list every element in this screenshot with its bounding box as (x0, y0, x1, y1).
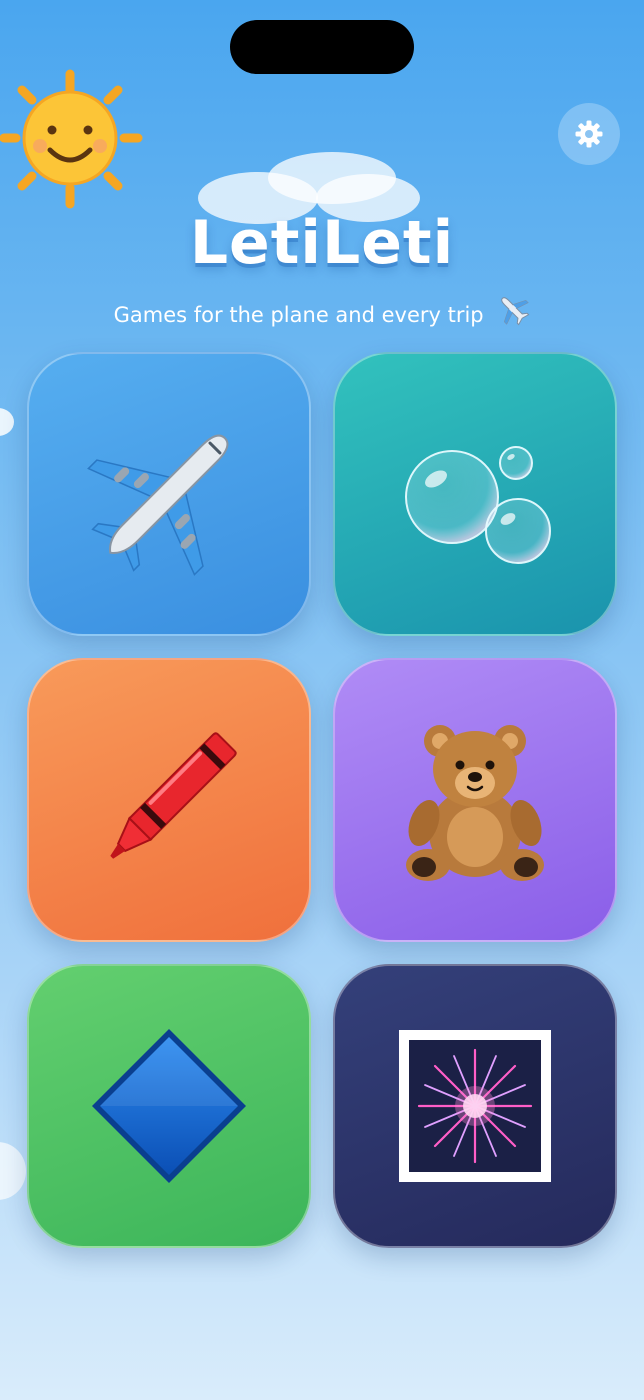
app-subtitle: Games for the plane and every trip (0, 292, 644, 327)
game-tile-crayon[interactable] (27, 658, 311, 942)
crayon-icon (110, 732, 237, 859)
dynamic-island (230, 20, 414, 74)
smiling-sun-icon (0, 69, 143, 209)
game-tile-blue-diamond[interactable] (27, 964, 311, 1248)
settings-button[interactable] (558, 103, 620, 165)
gear-icon (575, 120, 603, 148)
app-title: LetiLeti (189, 208, 455, 278)
airplane-icon (501, 297, 530, 326)
bubbles-icon (405, 446, 551, 564)
game-tile-bubbles[interactable] (333, 352, 617, 636)
cloud-decoration-bottom-left (0, 1142, 26, 1200)
blue-diamond-icon (92, 1029, 246, 1183)
cloud-decoration-left (0, 408, 14, 436)
game-tile-teddy-bear[interactable] (333, 658, 617, 942)
app-subtitle-text: Games for the plane and every trip (113, 303, 484, 327)
teddy-bear-icon (406, 725, 544, 881)
game-tile-airplane[interactable] (27, 352, 311, 636)
fireworks-icon (399, 1030, 551, 1182)
game-tile-fireworks[interactable] (333, 964, 617, 1248)
airplane-icon (87, 434, 229, 576)
